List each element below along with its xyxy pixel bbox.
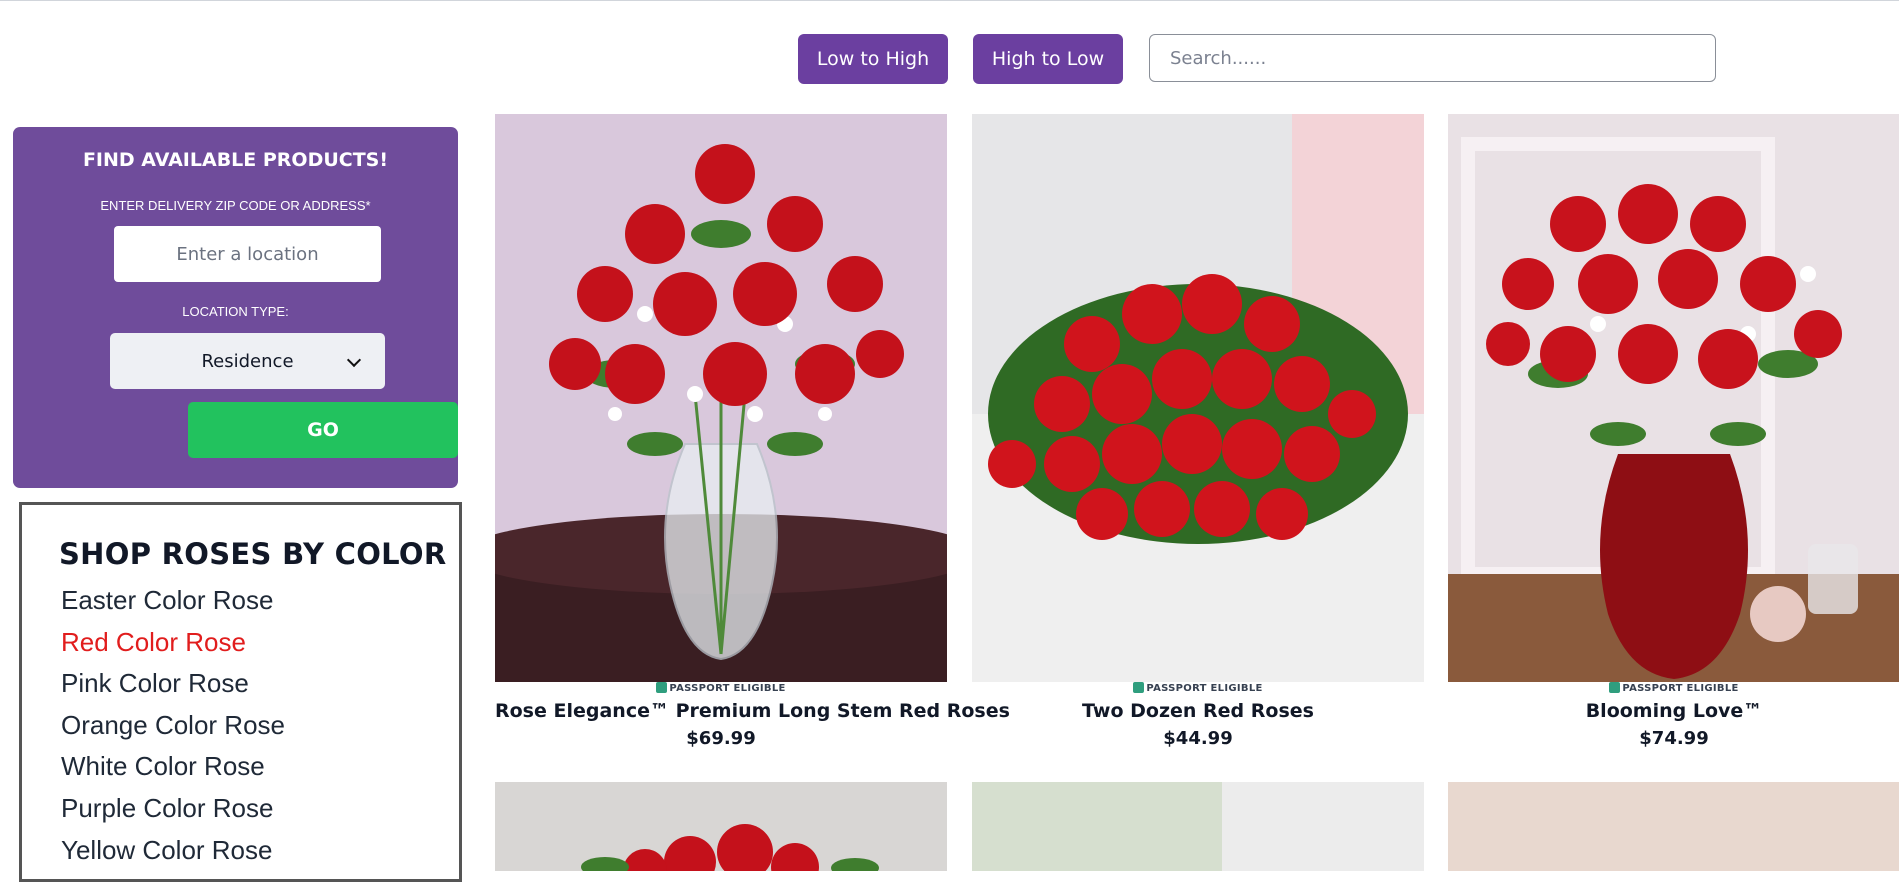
sort-low-to-high-button[interactable]: Low to High [798, 34, 948, 84]
product-price: $74.99 [1639, 728, 1709, 749]
passport-badge: PASSPORT ELIGIBLE [1448, 682, 1899, 694]
product-image[interactable] [1448, 114, 1899, 682]
color-link-purple[interactable]: Purple Color Rose [61, 791, 285, 833]
shop-by-color-title: SHOP ROSES BY COLOR [59, 537, 447, 571]
product-image[interactable] [495, 782, 947, 871]
sort-high-to-low-button[interactable]: High to Low [973, 34, 1123, 84]
passport-badge: PASSPORT ELIGIBLE [495, 682, 947, 694]
product-price: $69.99 [686, 728, 756, 749]
color-link-yellow[interactable]: Yellow Color Rose [61, 833, 285, 875]
go-button[interactable]: GO [188, 402, 458, 458]
product-name[interactable]: Two Dozen Red Roses [972, 700, 1424, 722]
product-name[interactable]: Blooming Love™ [1448, 700, 1899, 722]
zip-label: ENTER DELIVERY ZIP CODE OR ADDRESS* [100, 198, 371, 213]
shop-by-color-box: SHOP ROSES BY COLOR Easter Color Rose Re… [19, 502, 462, 882]
product-name[interactable]: Rose Elegance™ Premium Long Stem Red Ros… [495, 700, 1010, 722]
color-link-easter[interactable]: Easter Color Rose [61, 583, 285, 625]
product-image[interactable] [495, 114, 947, 682]
location-type-value: Residence [201, 350, 294, 372]
product-image[interactable] [972, 114, 1424, 682]
location-type-label: LOCATION TYPE: [182, 304, 289, 319]
product-image[interactable] [972, 782, 1424, 871]
product-card[interactable]: PASSPORT ELIGIBLE Rose Elegance™ Premium… [495, 114, 1010, 754]
top-divider [0, 0, 1899, 1]
color-link-orange[interactable]: Orange Color Rose [61, 708, 285, 750]
color-link-white[interactable]: White Color Rose [61, 749, 285, 791]
color-link-red[interactable]: Red Color Rose [61, 625, 285, 667]
location-input[interactable] [114, 226, 381, 282]
product-image[interactable] [1448, 782, 1899, 871]
product-card[interactable]: PASSPORT ELIGIBLE Two Dozen Red Roses $4… [972, 114, 1424, 754]
passport-badge: PASSPORT ELIGIBLE [972, 682, 1424, 694]
search-input[interactable] [1149, 34, 1716, 82]
find-products-title: FIND AVAILABLE PRODUCTS! [82, 149, 389, 171]
passport-text: PASSPORT ELIGIBLE [1146, 683, 1263, 694]
passport-text: PASSPORT ELIGIBLE [1622, 683, 1739, 694]
product-price: $44.99 [1163, 728, 1233, 749]
product-card[interactable]: PASSPORT ELIGIBLE Blooming Love™ $74.99 [1448, 114, 1899, 754]
color-link-pink[interactable]: Pink Color Rose [61, 666, 285, 708]
passport-text: PASSPORT ELIGIBLE [669, 683, 786, 694]
passport-icon [1133, 682, 1145, 693]
find-products-panel: FIND AVAILABLE PRODUCTS! ENTER DELIVERY … [13, 127, 458, 488]
passport-icon [656, 682, 668, 693]
location-type-select[interactable]: Residence [110, 333, 385, 389]
color-list: Easter Color Rose Red Color Rose Pink Co… [61, 583, 285, 874]
passport-icon [1609, 682, 1621, 693]
chevron-down-icon [346, 352, 362, 368]
